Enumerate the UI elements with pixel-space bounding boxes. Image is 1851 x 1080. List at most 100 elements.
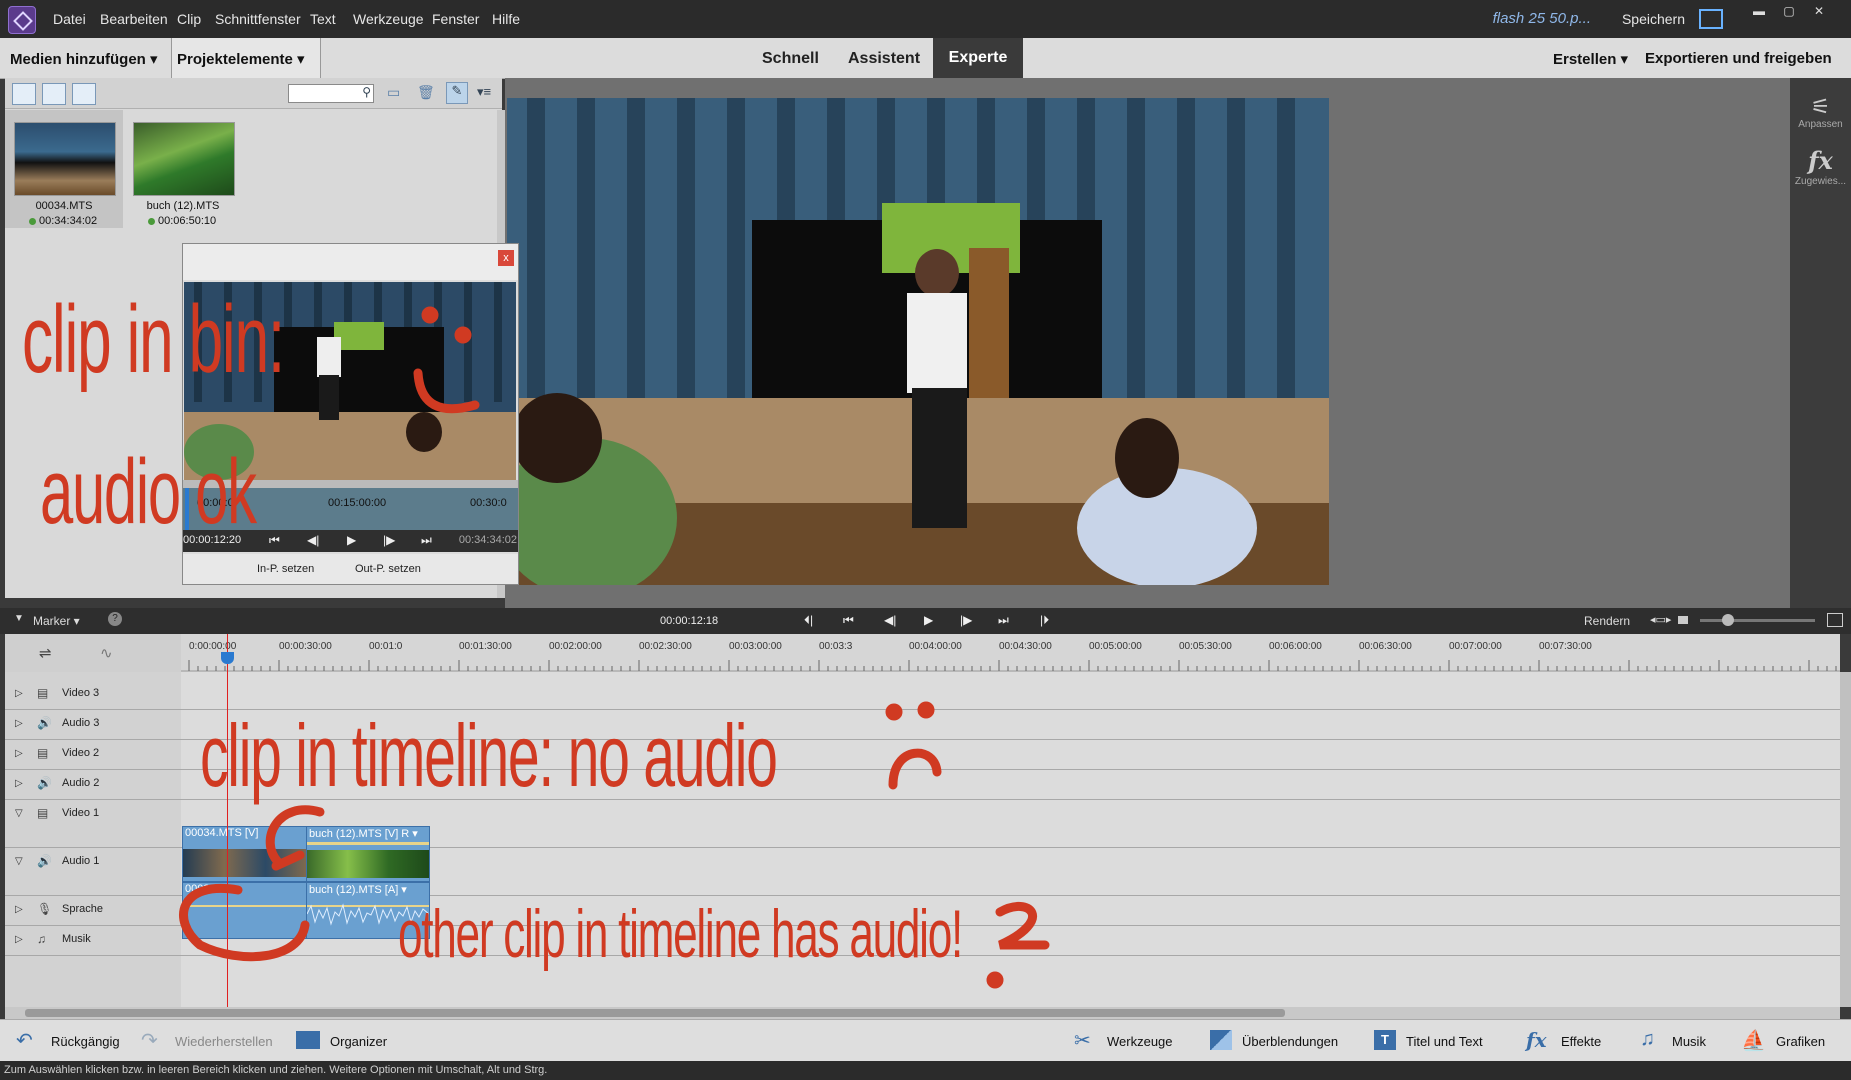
transitions-icon[interactable] <box>1210 1030 1232 1050</box>
create-dropdown[interactable]: Erstellen ▾ <box>1553 50 1628 68</box>
go-to-start-icon[interactable]: ⏮ <box>843 613 854 628</box>
audio-track-icon[interactable]: ♫ <box>37 932 46 946</box>
video-track-icon[interactable]: ▤ <box>37 746 48 760</box>
timeline-vertical-scrollbar[interactable] <box>1840 672 1851 1007</box>
save-button[interactable]: Speichern <box>1622 11 1685 27</box>
music-button[interactable]: Musik <box>1672 1034 1706 1049</box>
close-icon[interactable]: x <box>498 250 514 266</box>
audio-mixer-icon[interactable]: ∿ <box>100 644 113 662</box>
music-icon[interactable]: ♫ <box>1640 1028 1655 1051</box>
tools-icon[interactable]: ✂ <box>1074 1028 1091 1053</box>
playhead-handle[interactable] <box>221 652 234 664</box>
redo-button[interactable]: Wiederherstellen <box>175 1034 273 1049</box>
effects-icon[interactable]: fx <box>1526 1028 1547 1052</box>
video-track-icon[interactable]: ▤ <box>37 806 48 820</box>
go-to-start-icon[interactable]: ⏮ <box>269 533 280 548</box>
bin-search-input[interactable]: ⚲ <box>288 84 374 103</box>
video-filter-icon[interactable] <box>12 83 36 105</box>
zoom-in-icon[interactable] <box>1827 613 1843 627</box>
add-media-dropdown[interactable]: Medien hinzufügen ▾ <box>10 50 158 68</box>
audio-track-icon[interactable]: 🎙 <box>37 902 52 916</box>
expand-icon[interactable]: ▷ <box>15 904 23 915</box>
audio-track-icon[interactable]: 🔊 <box>37 854 52 868</box>
track-header-audio-3[interactable]: ▷ 🔊 Audio 3 <box>5 710 181 740</box>
tab-guided[interactable]: Assistent <box>848 50 920 68</box>
organizer-button[interactable]: Organizer <box>330 1034 387 1049</box>
audio-filter-icon[interactable] <box>72 83 96 105</box>
expand-icon[interactable]: ▷ <box>15 718 23 729</box>
step-forward-icon[interactable]: |▶ <box>960 613 972 627</box>
bin-menu-icon[interactable]: ▾≡ <box>477 84 491 100</box>
menu-clip[interactable]: Clip <box>177 11 201 27</box>
timecode-display[interactable]: 00:00:12:18 <box>660 615 718 627</box>
track-header-video-2[interactable]: ▷ ▤ Video 2 <box>5 740 181 770</box>
expand-icon[interactable]: ▷ <box>15 688 23 699</box>
play-icon[interactable]: ▶ <box>924 613 933 627</box>
timeline-playhead[interactable] <box>227 634 228 1007</box>
track-header-audio-2[interactable]: ▷ 🔊 Audio 2 <box>5 770 181 800</box>
tools-button[interactable]: Werkzeuge <box>1107 1034 1173 1049</box>
expand-icon[interactable]: ▷ <box>15 748 23 759</box>
track-header-sprache[interactable]: ▷ 🎙 Sprache <box>5 896 181 926</box>
graphics-icon[interactable]: ⛵ <box>1741 1028 1766 1053</box>
zoom-fit-icon[interactable]: ◂▭▸ <box>1650 613 1671 626</box>
image-filter-icon[interactable] <box>42 83 66 105</box>
project-assets-tab[interactable]: Projektelemente ▾ <box>171 38 321 78</box>
timeline-ruler[interactable]: 0:00:00:00 00:00:30:00 00:01:0 00:01:30:00 0… <box>181 634 1840 673</box>
expand-icon[interactable]: ▷ <box>15 934 23 945</box>
step-back-icon[interactable]: ◀| <box>307 533 319 547</box>
scrollbar-thumb[interactable] <box>25 1009 1285 1017</box>
expand-icon[interactable]: ▷ <box>15 778 23 789</box>
go-to-end-icon[interactable]: ⏭ <box>421 533 432 548</box>
zoom-out-icon[interactable] <box>1678 616 1688 624</box>
timeline-clip-buch-video[interactable]: buch (12).MTS [V] R ▾ <box>306 826 430 882</box>
minimize-icon[interactable]: ▬ <box>1749 4 1769 18</box>
undo-icon[interactable]: ↶ <box>16 1028 33 1053</box>
marker-dropdown[interactable]: Marker ▾ <box>33 614 80 628</box>
timeline-horizontal-scrollbar[interactable] <box>5 1007 1840 1019</box>
menu-bearbeiten[interactable]: Bearbeiten <box>100 11 168 27</box>
expand-icon[interactable]: ▽ <box>15 856 23 867</box>
track-header-audio-1[interactable]: ▽ 🔊 Audio 1 <box>5 848 181 896</box>
adjust-icon[interactable]: ⚟ <box>1790 94 1851 120</box>
expand-icon[interactable]: ▽ <box>15 808 23 819</box>
transitions-button[interactable]: Überblendungen <box>1242 1034 1338 1049</box>
set-out-button[interactable]: Out-P. setzen <box>355 563 421 575</box>
undo-button[interactable]: Rückgängig <box>51 1034 120 1049</box>
menu-fenster[interactable]: Fenster <box>432 11 479 27</box>
zoom-slider[interactable] <box>1700 619 1815 622</box>
preview-titlebar[interactable]: x <box>183 244 518 280</box>
maximize-icon[interactable]: ▢ <box>1779 4 1799 18</box>
titles-icon[interactable]: T <box>1374 1030 1396 1050</box>
menu-text[interactable]: Text <box>310 11 336 27</box>
step-forward-icon[interactable]: |▶ <box>383 533 395 547</box>
track-header-video-3[interactable]: ▷ ▤ Video 3 <box>5 680 181 710</box>
tab-expert[interactable]: Experte <box>933 38 1023 78</box>
video-track-icon[interactable]: ▤ <box>37 686 48 700</box>
audio-track-icon[interactable]: 🔊 <box>37 776 52 790</box>
collapse-icon[interactable]: ▼ <box>14 613 24 624</box>
timeline-clip-00034-video[interactable]: 00034.MTS [V] <box>182 826 308 882</box>
export-share-button[interactable]: Exportieren und freigeben <box>1645 50 1832 67</box>
go-next-edit-icon[interactable]: |⏵ <box>1040 613 1049 628</box>
menu-werkzeuge[interactable]: Werkzeuge <box>353 11 424 27</box>
play-icon[interactable]: ▶ <box>347 533 356 547</box>
timeline-clip-00034-audio[interactable]: 0003 <box>182 882 308 939</box>
render-button[interactable]: Rendern <box>1584 614 1630 628</box>
applied-effects-icon[interactable]: fx <box>1790 146 1851 175</box>
go-to-end-icon[interactable]: ⏭ <box>998 613 1009 628</box>
go-prev-edit-icon[interactable]: ⏴| <box>804 613 813 628</box>
menu-schnittfenster[interactable]: Schnittfenster <box>215 11 301 27</box>
bin-clip-buch[interactable]: buch (12).MTS 00:06:50:10 <box>124 110 242 228</box>
bin-clip-00034[interactable]: 00034.MTS 00:34:34:02 <box>5 110 123 228</box>
step-back-icon[interactable]: ◀| <box>884 613 896 627</box>
tab-quick[interactable]: Schnell <box>762 50 819 68</box>
organizer-icon[interactable] <box>296 1031 320 1049</box>
menu-hilfe[interactable]: Hilfe <box>492 11 520 27</box>
delete-icon[interactable]: 🗑 <box>417 84 435 101</box>
timeline-options-icon[interactable]: ⇌ <box>39 644 52 662</box>
menu-datei[interactable]: Datei <box>53 11 86 27</box>
new-folder-icon[interactable]: ▭ <box>387 84 400 101</box>
app-logo-icon[interactable] <box>8 6 36 34</box>
fullscreen-icon[interactable] <box>1699 9 1723 29</box>
